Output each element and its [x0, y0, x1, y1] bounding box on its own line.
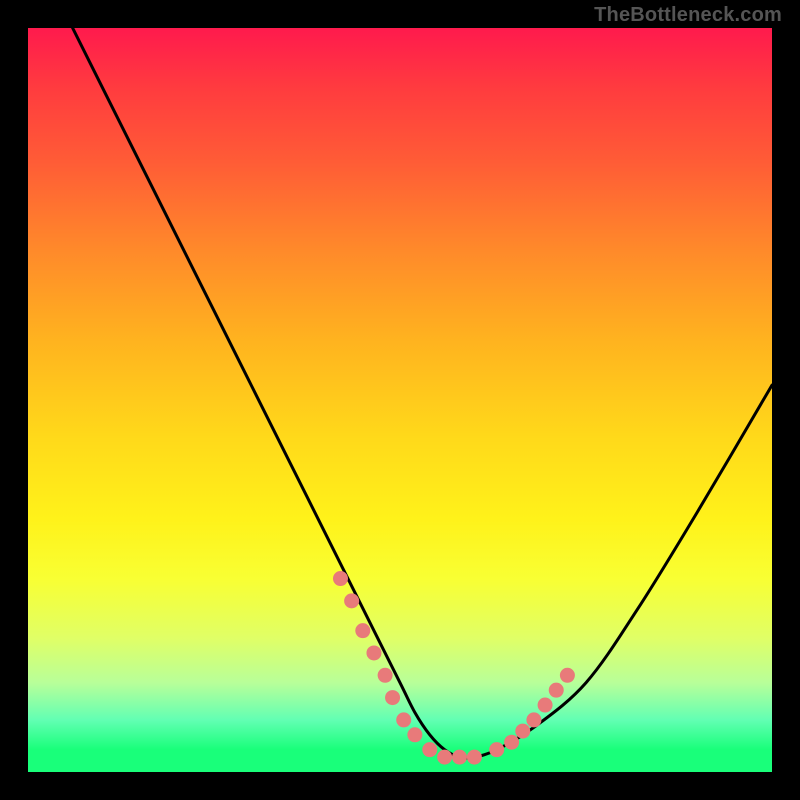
chart-marker: [515, 724, 530, 739]
chart-marker: [378, 668, 393, 683]
chart-marker: [437, 750, 452, 765]
chart-marker: [549, 683, 564, 698]
chart-marker: [407, 727, 422, 742]
chart-marker: [344, 593, 359, 608]
chart-marker-group: [333, 571, 575, 765]
chart-marker: [452, 750, 467, 765]
chart-svg: [28, 28, 772, 772]
chart-marker: [467, 750, 482, 765]
chart-marker: [385, 690, 400, 705]
chart-marker: [489, 742, 504, 757]
chart-marker: [355, 623, 370, 638]
chart-marker: [504, 735, 519, 750]
chart-marker: [526, 712, 541, 727]
chart-marker: [422, 742, 437, 757]
chart-marker: [366, 645, 381, 660]
chart-marker: [396, 712, 411, 727]
chart-curve: [73, 28, 772, 758]
chart-marker: [538, 698, 553, 713]
chart-plot-area: [28, 28, 772, 772]
chart-marker: [560, 668, 575, 683]
watermark-text: TheBottleneck.com: [594, 4, 782, 27]
chart-marker: [333, 571, 348, 586]
